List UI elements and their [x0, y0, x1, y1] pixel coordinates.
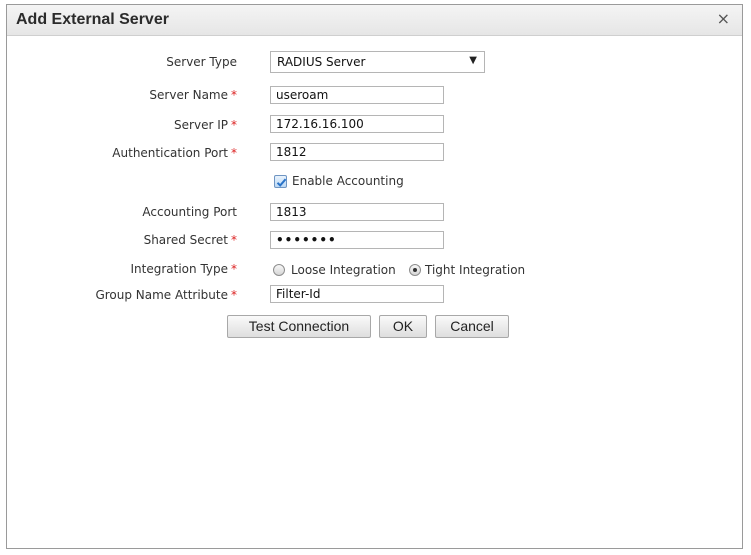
- cancel-button[interactable]: Cancel: [435, 315, 509, 338]
- server-type-value: RADIUS Server: [277, 55, 366, 69]
- tight-integration-label[interactable]: Tight Integration: [425, 263, 525, 277]
- integration-type-label: Integration Type *: [130, 262, 238, 276]
- shared-secret-input[interactable]: •••••••: [270, 231, 444, 249]
- required-marker: *: [231, 88, 237, 102]
- ok-button[interactable]: OK: [379, 315, 427, 338]
- close-icon[interactable]: ×: [717, 11, 730, 27]
- enable-accounting-label[interactable]: Enable Accounting: [292, 174, 404, 188]
- required-marker: *: [231, 118, 237, 132]
- accounting-port-label: Accounting Port: [142, 205, 237, 219]
- server-ip-input[interactable]: 172.16.16.100: [270, 115, 444, 133]
- chevron-down-icon: ▼: [469, 55, 477, 66]
- checkmark-icon: [276, 178, 287, 187]
- required-marker: *: [231, 146, 237, 160]
- test-connection-button[interactable]: Test Connection: [227, 315, 371, 338]
- dialog-title: Add External Server: [16, 11, 169, 28]
- group-name-attribute-label: Group Name Attribute *: [95, 288, 237, 302]
- auth-port-input[interactable]: 1812: [270, 143, 444, 161]
- server-name-input[interactable]: useroam: [270, 86, 444, 104]
- server-type-select[interactable]: RADIUS Server ▼: [270, 51, 485, 73]
- shared-secret-label: Shared Secret *: [143, 233, 237, 247]
- required-marker: *: [231, 262, 237, 276]
- loose-integration-radio[interactable]: [273, 264, 285, 276]
- required-marker: *: [231, 288, 237, 302]
- server-name-label: Server Name *: [149, 88, 237, 102]
- loose-integration-label[interactable]: Loose Integration: [291, 263, 396, 277]
- group-name-attribute-input[interactable]: Filter-Id: [270, 285, 444, 303]
- enable-accounting-checkbox[interactable]: [274, 175, 287, 188]
- tight-integration-radio[interactable]: [409, 264, 421, 276]
- dialog-titlebar: Add External Server ×: [7, 5, 742, 36]
- accounting-port-input[interactable]: 1813: [270, 203, 444, 221]
- required-marker: *: [231, 233, 237, 247]
- server-type-label: Server Type: [166, 55, 237, 69]
- add-external-server-dialog: Add External Server × Server Type RADIUS…: [6, 4, 743, 549]
- auth-port-label: Authentication Port *: [112, 146, 237, 160]
- server-ip-label: Server IP *: [174, 118, 237, 132]
- radio-selected-dot: [413, 268, 417, 272]
